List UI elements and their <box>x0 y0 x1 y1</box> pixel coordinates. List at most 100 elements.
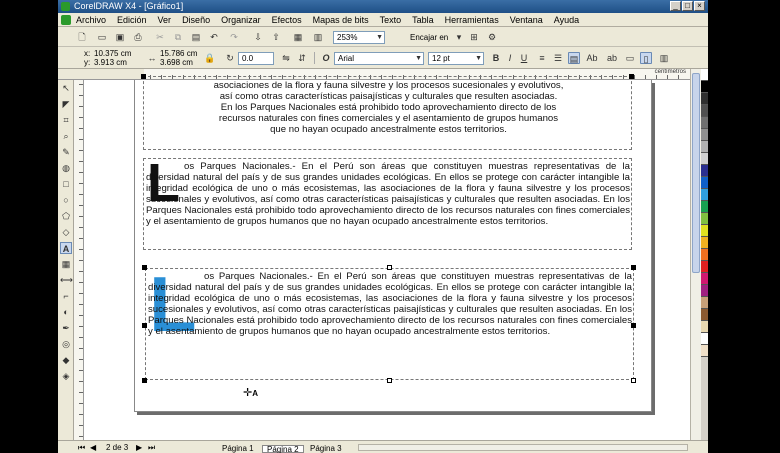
color-swatch[interactable] <box>701 117 708 129</box>
options-icon[interactable]: ⚙ <box>486 31 498 43</box>
new-document-icon[interactable]: 🗋 <box>76 31 88 43</box>
rectangle-tool-icon[interactable]: □ <box>60 178 72 190</box>
selection-handle[interactable] <box>141 74 146 79</box>
close-button[interactable]: × <box>694 1 705 11</box>
lock-ratio-icon[interactable]: 🔒 <box>204 52 216 64</box>
color-swatch[interactable] <box>701 213 708 225</box>
basic-shapes-icon[interactable]: ◇ <box>60 226 72 238</box>
color-palette[interactable] <box>701 69 708 440</box>
color-swatch[interactable] <box>701 81 708 93</box>
selection-handle[interactable] <box>631 265 636 270</box>
open-icon[interactable]: ▭ <box>96 31 108 43</box>
vertical-text-icon[interactable]: ▯ <box>640 52 652 64</box>
table-tool-icon[interactable]: ▦ <box>60 258 72 270</box>
document-page[interactable]: asociaciones de la flora y fauna silvest… <box>134 74 652 412</box>
last-page-button[interactable]: ⏭ <box>148 443 155 453</box>
color-swatch[interactable] <box>701 153 708 165</box>
selection-handle[interactable] <box>142 378 147 383</box>
crop-tool-icon[interactable]: ⌗ <box>60 114 72 126</box>
menu-texto[interactable]: Texto <box>380 15 402 25</box>
polygon-tool-icon[interactable]: ⬠ <box>60 210 72 222</box>
italic-icon[interactable]: I <box>504 52 516 64</box>
color-swatch[interactable] <box>701 285 708 297</box>
pick-tool-icon[interactable]: ↖ <box>60 82 72 94</box>
application-launcher-icon[interactable]: ▦ <box>292 31 304 43</box>
blend-tool-icon[interactable]: ◐ <box>60 306 72 318</box>
color-swatch[interactable] <box>701 165 708 177</box>
page-tab-2[interactable]: Página 2 <box>262 445 304 453</box>
drop-cap-icon[interactable]: ▤ <box>568 52 580 64</box>
color-swatch[interactable] <box>701 261 708 273</box>
interactive-fill-icon[interactable]: ◈ <box>60 370 72 382</box>
cut-icon[interactable]: ✂ <box>154 31 166 43</box>
next-page-button[interactable]: ▶ <box>136 443 142 452</box>
menu-edicion[interactable]: Edición <box>117 15 147 25</box>
first-page-button[interactable]: ⏮ <box>78 443 85 453</box>
page-tab-1[interactable]: Página 1 <box>218 445 258 453</box>
dimension-tool-icon[interactable]: ⟷ <box>60 274 73 286</box>
color-swatch[interactable] <box>701 201 708 213</box>
paragraph-text-frame-1[interactable]: asociaciones de la flora y fauna silvest… <box>143 76 632 150</box>
smart-fill-icon[interactable]: ◍ <box>60 162 72 174</box>
menu-tabla[interactable]: Tabla <box>412 15 434 25</box>
import-icon[interactable]: ⇩ <box>252 31 264 43</box>
align-icon[interactable]: ≡ <box>536 52 548 64</box>
print-icon[interactable]: ⎙ <box>132 31 144 43</box>
format-text-icon[interactable]: Ab <box>586 52 598 64</box>
fill-tool-icon[interactable]: ◆ <box>60 354 72 366</box>
font-size-combo[interactable]: 12 pt ▼ <box>428 52 484 65</box>
underline-icon[interactable]: U <box>518 52 530 64</box>
selection-handle[interactable] <box>631 323 636 328</box>
maximize-button[interactable]: □ <box>682 1 693 11</box>
selection-handle[interactable] <box>629 74 634 79</box>
color-swatch[interactable] <box>701 321 708 333</box>
export-icon[interactable]: ⇧ <box>270 31 282 43</box>
color-swatch[interactable] <box>701 69 708 81</box>
page-tab-3[interactable]: Página 3 <box>306 445 346 453</box>
bullets-icon[interactable]: ☰ <box>552 52 564 64</box>
x-position-field[interactable]: 10.375 cm <box>94 49 131 58</box>
snap-to-icon[interactable]: ⊞ <box>468 31 480 43</box>
text-tool-icon[interactable]: A <box>60 242 72 254</box>
fit-label[interactable]: Encajar en <box>410 33 448 42</box>
color-swatch[interactable] <box>701 141 708 153</box>
menu-archivo[interactable]: Archivo <box>76 15 106 25</box>
vertical-ruler[interactable] <box>74 80 84 440</box>
selection-handle[interactable] <box>631 378 636 383</box>
color-swatch[interactable] <box>701 249 708 261</box>
color-swatch[interactable] <box>701 333 708 345</box>
horizontal-text-icon[interactable]: ▭ <box>624 52 636 64</box>
chevron-down-icon[interactable]: ▾ <box>453 31 465 43</box>
freehand-tool-icon[interactable]: ✎ <box>60 146 72 158</box>
eyedropper-tool-icon[interactable]: ✒ <box>60 322 72 334</box>
menu-ventana[interactable]: Ventana <box>510 15 543 25</box>
mirror-vertical-icon[interactable]: ⇵ <box>296 52 308 64</box>
undo-icon[interactable]: ↶ <box>208 31 220 43</box>
color-swatch[interactable] <box>701 273 708 285</box>
color-swatch[interactable] <box>701 93 708 105</box>
ruler-corner[interactable] <box>58 69 144 80</box>
connector-tool-icon[interactable]: ⌐ <box>60 290 72 302</box>
width-field[interactable]: 15.786 cm <box>160 49 197 58</box>
color-swatch[interactable] <box>701 309 708 321</box>
y-position-field[interactable]: 3.913 cm <box>94 58 127 67</box>
zoom-level-combo[interactable]: 253% ▼ <box>333 31 385 44</box>
redo-icon[interactable]: ↷ <box>228 31 240 43</box>
minimize-button[interactable]: _ <box>670 1 681 11</box>
copy-icon[interactable]: ⧉ <box>172 31 184 43</box>
vertical-scrollbar[interactable] <box>690 69 701 440</box>
selection-handle[interactable] <box>142 265 147 270</box>
save-icon[interactable]: ▣ <box>114 31 126 43</box>
color-swatch[interactable] <box>701 225 708 237</box>
menu-diseno[interactable]: Diseño <box>182 15 210 25</box>
rotation-field[interactable]: 0.0 <box>238 52 274 65</box>
mirror-horizontal-icon[interactable]: ⇋ <box>280 52 292 64</box>
columns-icon[interactable]: ▥ <box>658 52 670 64</box>
paste-icon[interactable]: ▤ <box>190 31 202 43</box>
color-swatch[interactable] <box>701 297 708 309</box>
menu-ayuda[interactable]: Ayuda <box>554 15 579 25</box>
drawing-canvas[interactable]: asociaciones de la flora y fauna silvest… <box>84 74 690 440</box>
color-swatch[interactable] <box>701 189 708 201</box>
previous-page-button[interactable]: ◀ <box>90 443 96 452</box>
outline-tool-icon[interactable]: ◎ <box>60 338 72 350</box>
